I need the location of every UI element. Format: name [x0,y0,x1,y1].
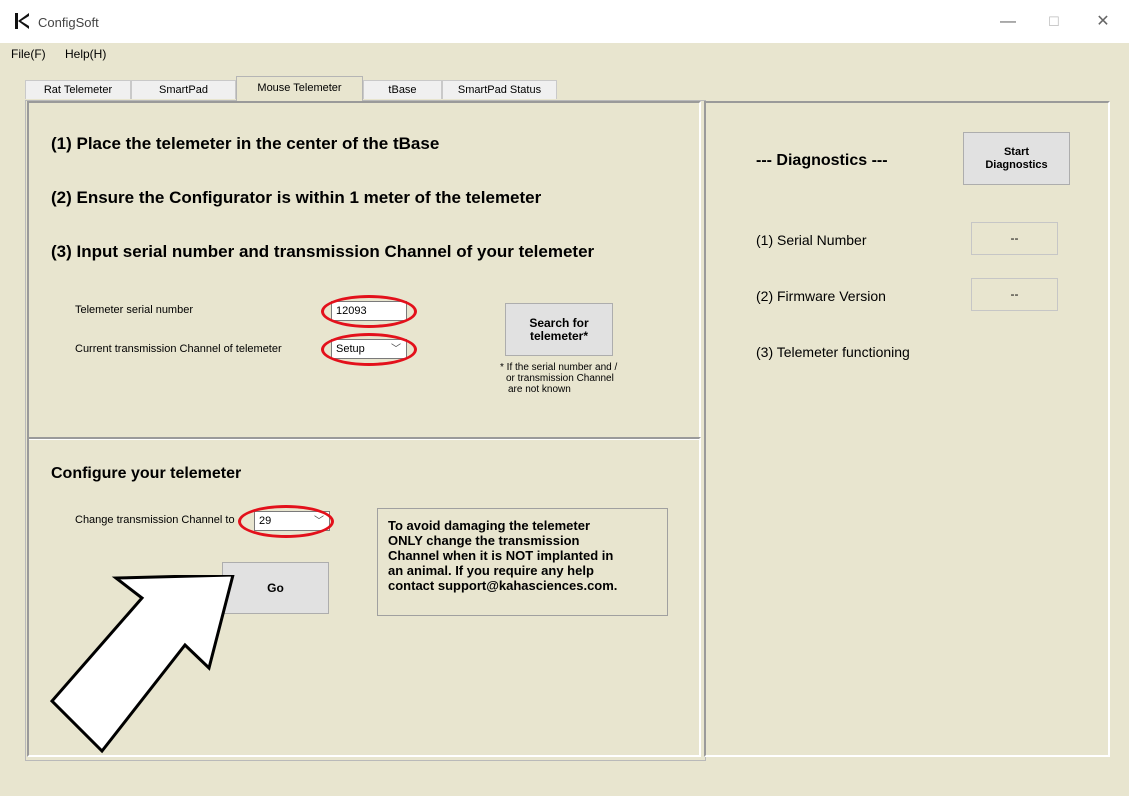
search-note: * If the serial number and / or transmis… [500,362,618,395]
instruction-step-3: (3) Input serial number and transmission… [51,242,595,261]
new-channel-select[interactable]: 29 ﹀ [254,511,330,531]
current-channel-label: Current transmission Channel of telemete… [75,343,282,355]
configure-heading: Configure your telemeter [51,465,242,482]
menu-file[interactable]: File(F) [11,47,46,61]
serial-number-input[interactable]: 12093 [331,301,407,321]
app-logo-icon [15,13,30,29]
instruction-step-1: (1) Place the telemeter in the center of… [51,134,440,153]
minimize-button[interactable]: — [985,8,1031,36]
diagnostics-title: --- Diagnostics --- [756,152,888,169]
diag-serial-label: (1) Serial Number [756,232,867,248]
warning-message: To avoid damaging the telemeter ONLY cha… [377,508,668,616]
instruction-step-2: (2) Ensure the Configurator is within 1 … [51,188,542,207]
diag-serial-value: -- [971,222,1058,255]
diag-firmware-value: -- [971,278,1058,311]
status-strip [0,782,1129,796]
tab-rat-telemeter[interactable]: Rat Telemeter [25,80,131,99]
window-title: ConfigSoft [38,15,99,30]
close-button[interactable]: ✕ [1080,8,1126,36]
start-diagnostics-line1: Start [1003,145,1030,158]
menu-help[interactable]: Help(H) [65,47,106,61]
chevron-down-icon: ﹀ [391,344,401,355]
chevron-down-icon: ﹀ [314,516,324,527]
search-button-line1: Search for [529,315,589,330]
change-channel-label: Change transmission Channel to [75,514,235,526]
title-bar [0,0,1129,43]
search-telemeter-button[interactable]: Search for telemeter* [505,303,613,356]
current-channel-select[interactable]: Setup ﹀ [331,339,407,359]
serial-number-label: Telemeter serial number [75,304,193,316]
tab-tbase[interactable]: tBase [363,80,442,99]
current-channel-value: Setup [336,343,365,355]
tab-mouse-telemeter[interactable]: Mouse Telemeter [236,76,363,101]
start-diagnostics-button[interactable]: Start Diagnostics [963,132,1070,185]
tab-smartpad[interactable]: SmartPad [131,80,236,99]
search-button-line2: telemeter* [529,328,589,343]
start-diagnostics-line2: Diagnostics [985,158,1048,171]
menu-bar [0,43,1129,65]
maximize-button[interactable]: ☐ [1031,8,1077,36]
diagnostics-panel [704,101,1110,757]
diag-firmware-label: (2) Firmware Version [756,288,886,304]
diag-functioning-label: (3) Telemeter functioning [756,344,910,360]
annotation-arrow-icon [49,575,235,754]
new-channel-value: 29 [259,515,272,527]
tab-smartpad-status[interactable]: SmartPad Status [442,80,557,99]
